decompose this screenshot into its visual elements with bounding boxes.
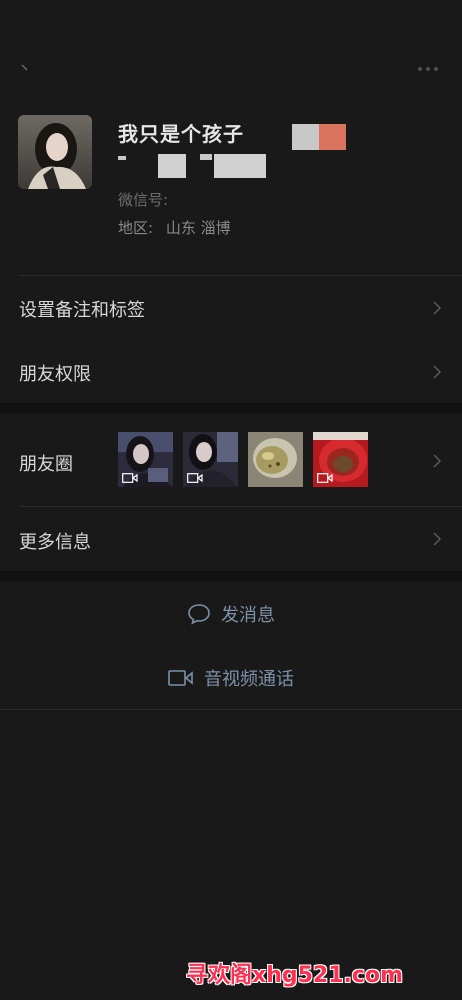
- avatar[interactable]: [18, 115, 92, 189]
- friend-permissions-label: 朋友权限: [19, 364, 91, 385]
- back-icon[interactable]: [18, 64, 30, 76]
- remark-tags-row[interactable]: 设置备注和标签: [0, 276, 462, 340]
- moments-thumbnails: [118, 432, 368, 487]
- remark-tags-label: 设置备注和标签: [19, 300, 145, 321]
- friend-permissions-row[interactable]: 朋友权限: [0, 340, 462, 403]
- moment-thumbnail[interactable]: [248, 432, 303, 487]
- moments-label: 朋友圈: [19, 454, 73, 475]
- nickname: 我只是个孩子: [118, 122, 244, 146]
- chat-bubble-icon: [188, 604, 210, 625]
- region-label: 地区:: [118, 219, 158, 237]
- redacted-info: [118, 152, 268, 178]
- video-icon: [187, 473, 203, 483]
- wechat-id: 微信号:: [118, 189, 168, 210]
- video-call-button[interactable]: 音视频通话: [0, 664, 462, 692]
- send-message-button[interactable]: 发消息: [0, 600, 462, 628]
- moment-thumbnail[interactable]: [183, 432, 238, 487]
- region-value: 山东 淄博: [165, 219, 231, 237]
- watermark-text: 寻欢阁xhg521.com: [186, 963, 403, 988]
- wechat-id-label: 微信号:: [118, 191, 169, 209]
- chevron-right-icon: [433, 301, 442, 315]
- redacted-badge: [292, 124, 346, 150]
- moment-thumbnail[interactable]: [313, 432, 368, 487]
- moments-row[interactable]: 朋友圈: [0, 414, 462, 506]
- divider: [0, 709, 462, 710]
- video-icon: [122, 473, 138, 483]
- region: 地区: 山东 淄博: [118, 217, 231, 238]
- section-gap: [0, 403, 462, 414]
- section-gap: [0, 571, 462, 582]
- moment-thumbnail[interactable]: [118, 432, 173, 487]
- video-call-label: 音视频通话: [204, 669, 294, 690]
- more-info-row[interactable]: 更多信息: [0, 507, 462, 571]
- chevron-right-icon: [433, 365, 442, 379]
- top-bar: [0, 0, 462, 100]
- more-info-label: 更多信息: [19, 532, 91, 553]
- send-message-label: 发消息: [221, 605, 275, 626]
- more-dots-icon[interactable]: [418, 62, 442, 76]
- action-panel: 发消息 音视频通话: [0, 582, 462, 709]
- profile-header: 我只是个孩子 微信号: 地区: 山东 淄博: [0, 100, 462, 275]
- chevron-right-icon: [433, 454, 442, 468]
- video-icon: [317, 473, 333, 483]
- video-camera-icon: [168, 670, 193, 686]
- chevron-right-icon: [433, 532, 442, 546]
